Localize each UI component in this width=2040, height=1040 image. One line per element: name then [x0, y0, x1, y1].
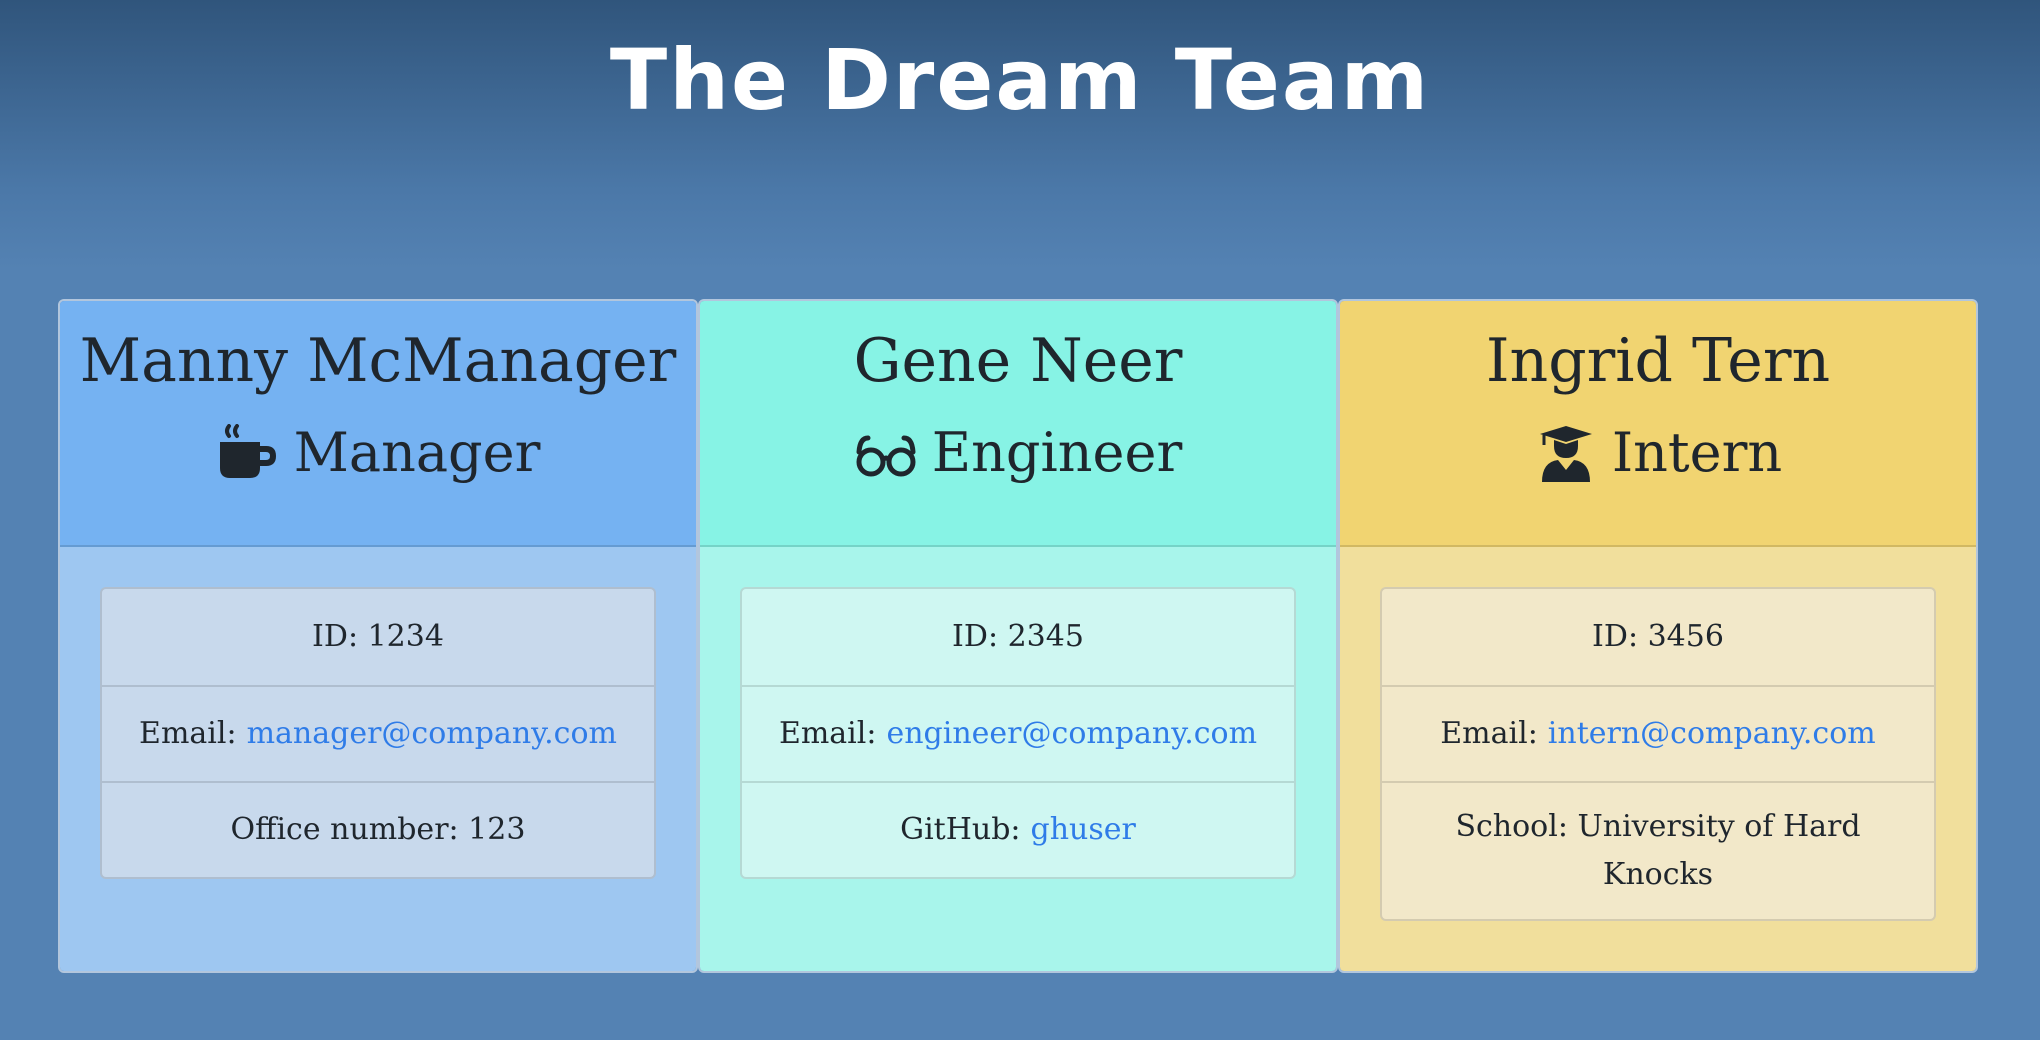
- employee-card-engineer: Gene Neer Engineer ID: 2345 Email: engin…: [698, 299, 1338, 973]
- card-header: Ingrid Tern Intern: [1340, 301, 1976, 547]
- page-title: The Dream Team: [609, 31, 1431, 129]
- card-body: ID: 2345 Email: engineer@company.com Git…: [700, 547, 1336, 971]
- info-list: ID: 3456 Email: intern@company.com Schoo…: [1380, 587, 1936, 921]
- email-link[interactable]: engineer@company.com: [886, 710, 1257, 758]
- employee-role: Manager: [60, 423, 696, 483]
- email-label: Email:: [139, 716, 237, 751]
- office-number: Office number: 123: [102, 781, 654, 877]
- role-label: Engineer: [931, 421, 1183, 484]
- card-header: Manny McManager Manager: [60, 301, 696, 547]
- card-header: Gene Neer Engineer: [700, 301, 1336, 547]
- school-text: School: University of Hard Knocks: [1455, 809, 1861, 892]
- coffee-icon: [216, 424, 280, 482]
- info-list: ID: 2345 Email: engineer@company.com Git…: [740, 587, 1296, 879]
- github-link[interactable]: ghuser: [1031, 806, 1136, 854]
- email-label: Email:: [1440, 716, 1538, 751]
- employee-email: Email: engineer@company.com: [742, 685, 1294, 781]
- employee-name: Gene Neer: [853, 326, 1183, 396]
- employee-id: ID: 3456: [1382, 589, 1934, 685]
- card-body: ID: 3456 Email: intern@company.com Schoo…: [1340, 547, 1976, 971]
- employee-card-manager: Manny McManager Manager ID: 1234 Email: …: [58, 299, 698, 973]
- card-body: ID: 1234 Email: manager@company.com Offi…: [60, 547, 696, 971]
- graduate-icon: [1534, 424, 1598, 482]
- employee-role: Engineer: [700, 423, 1336, 483]
- employee-id: ID: 2345: [742, 589, 1294, 685]
- id-text: ID: 2345: [952, 619, 1084, 654]
- school: School: University of Hard Knocks: [1382, 781, 1934, 919]
- github: GitHub: ghuser: [742, 781, 1294, 877]
- employee-name: Manny McManager: [79, 326, 677, 396]
- employee-role: Intern: [1340, 423, 1976, 483]
- info-list: ID: 1234 Email: manager@company.com Offi…: [100, 587, 656, 879]
- id-text: ID: 1234: [312, 619, 444, 654]
- employee-email: Email: manager@company.com: [102, 685, 654, 781]
- email-label: Email:: [778, 716, 877, 751]
- id-text: ID: 3456: [1592, 619, 1724, 654]
- employee-id: ID: 1234: [102, 589, 654, 685]
- github-label: GitHub:: [900, 812, 1021, 847]
- glasses-icon: [854, 424, 918, 482]
- employee-name: Ingrid Tern: [1485, 326, 1831, 396]
- role-label: Intern: [1611, 421, 1783, 484]
- email-link[interactable]: intern@company.com: [1548, 710, 1876, 758]
- email-link[interactable]: manager@company.com: [247, 710, 617, 758]
- office-number-text: Office number: 123: [230, 812, 526, 847]
- role-label: Manager: [293, 421, 541, 484]
- team-cards: Manny McManager Manager ID: 1234 Email: …: [58, 299, 1978, 973]
- employee-card-intern: Ingrid Tern Intern ID: 3456 Email: inter…: [1338, 299, 1978, 973]
- employee-email: Email: intern@company.com: [1382, 685, 1934, 781]
